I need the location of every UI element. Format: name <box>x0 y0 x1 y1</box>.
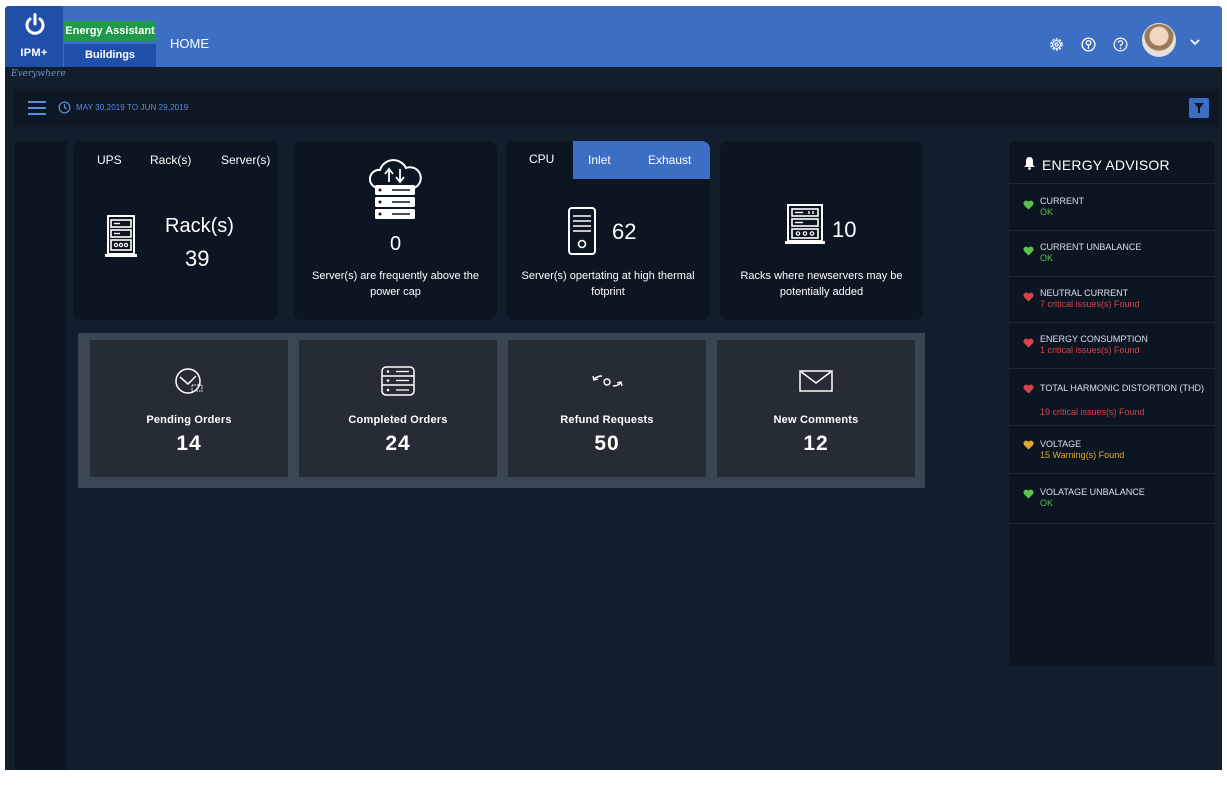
thermal-description: Server(s) opertating at high thermal fot… <box>521 270 695 298</box>
rack-icon <box>785 204 825 244</box>
top-header: IPM+ Energy Assistant Buildings HOME <box>5 6 1222 67</box>
heart-icon <box>1023 292 1034 302</box>
app-badge[interactable]: Energy Assistant <box>64 21 156 41</box>
cloud-server-icon <box>369 159 422 219</box>
clock-icon <box>58 101 71 114</box>
new-comments-tile[interactable]: New Comments 12 <box>717 340 915 477</box>
server-tower-icon <box>568 207 596 255</box>
advisor-item-status: 1 critical issues(s) Found <box>1040 345 1140 355</box>
order-value: 24 <box>385 432 411 455</box>
refund-icon <box>592 375 623 387</box>
envelope-icon <box>799 370 833 392</box>
advisor-item-name: CURRENT <box>1040 196 1084 206</box>
advisor-item-voltage[interactable]: VOLTAGE 15 Warning(s) Found <box>1009 426 1215 474</box>
order-value: 50 <box>594 432 620 455</box>
advisor-item-name: ENERGY CONSUMPTION <box>1040 334 1148 344</box>
tab-racks[interactable]: Rack(s) <box>150 153 191 167</box>
server-stack-icon <box>381 366 415 396</box>
support-icon[interactable] <box>1080 36 1097 53</box>
advisor-item-status: 7 critical issues(s) Found <box>1040 299 1140 309</box>
advisor-header: ENERGY ADVISOR <box>1009 141 1215 184</box>
filter-icon <box>1194 103 1204 113</box>
device-count-value: 39 <box>185 246 210 271</box>
capacity-card: 10 Racks where newservers may be potenti… <box>720 141 923 320</box>
advisor-item-status: OK <box>1040 207 1054 217</box>
thermal-tabs: CPU Inlet Exhaust <box>506 141 710 179</box>
capacity-value: 10 <box>832 217 857 242</box>
brand-signature: Everywhere <box>11 69 66 79</box>
module-badge[interactable]: Buildings <box>64 44 156 67</box>
orders-panel: Pending Orders 14 Completed Orders 24 Re… <box>78 333 925 488</box>
power-cap-value: 0 <box>389 233 402 255</box>
completed-orders-tile[interactable]: Completed Orders 24 <box>299 340 497 477</box>
power-icon <box>25 13 45 35</box>
app-window: IPM+ Energy Assistant Buildings HOME Eve… <box>5 6 1222 770</box>
chevron-down-icon[interactable] <box>1189 37 1201 47</box>
filter-button[interactable] <box>1189 98 1209 118</box>
heart-icon <box>1023 200 1034 210</box>
heart-icon <box>1023 338 1034 348</box>
rack-icon <box>105 215 137 257</box>
heart-icon <box>1023 489 1034 499</box>
user-avatar[interactable] <box>1142 23 1176 57</box>
advisor-item-energy-consumption[interactable]: ENERGY CONSUMPTION 1 critical issues(s) … <box>1009 323 1215 369</box>
order-label: New Comments <box>773 414 859 426</box>
heart-icon <box>1023 246 1034 256</box>
heart-icon <box>1023 384 1034 394</box>
advisor-item-neutral-current[interactable]: NEUTRAL CURRENT 7 critical issues(s) Fou… <box>1009 277 1215 323</box>
device-type-label: Rack(s) <box>165 215 234 237</box>
advisor-item-status: 15 Warning(s) Found <box>1040 450 1125 460</box>
energy-advisor-panel: ENERGY ADVISOR CURRENT OK CURRENT UNBALA… <box>1009 141 1215 666</box>
order-label: Refund Requests <box>560 414 654 426</box>
tab-ups[interactable]: UPS <box>97 153 122 167</box>
advisor-item-name: NEUTRAL CURRENT <box>1040 288 1129 298</box>
tab-cpu[interactable]: CPU <box>506 141 573 179</box>
pending-orders-tile[interactable]: Pending Orders 14 <box>90 340 288 477</box>
advisor-item-status: OK <box>1040 253 1054 263</box>
bell-icon <box>1024 157 1035 170</box>
thermal-value: 62 <box>612 219 637 244</box>
power-cap-description: Server(s) are frequently above the power… <box>312 270 479 298</box>
advisor-item-name: TOTAL HARMONIC DISTORTION (THD) <box>1040 383 1205 393</box>
left-sidebar <box>15 141 67 770</box>
heart-icon <box>1023 440 1034 450</box>
app-logo[interactable]: IPM+ <box>5 6 63 67</box>
tab-inlet-exhaust: Inlet Exhaust <box>573 141 710 179</box>
tab-exhaust[interactable]: Exhaust <box>648 153 691 167</box>
order-value: 14 <box>176 432 202 455</box>
device-tabs: UPS Rack(s) Server(s) <box>73 153 278 173</box>
power-cap-card: 0 Server(s) are frequently above the pow… <box>294 141 497 320</box>
order-value: 12 <box>803 432 829 455</box>
capacity-description: Racks where newservers may be potentiall… <box>740 270 903 298</box>
order-label: Pending Orders <box>146 414 232 426</box>
hamburger-menu-icon[interactable] <box>28 101 46 115</box>
advisor-item-status: 19 critical issues(s) Found <box>1040 407 1145 417</box>
breadcrumb[interactable]: HOME <box>170 36 209 51</box>
device-count-card: UPS Rack(s) Server(s) Rack(s) 39 <box>73 141 278 320</box>
date-range-label[interactable]: MAY 30,2019 TO JUN 29,2019 <box>76 103 188 112</box>
clock-icon <box>175 368 203 394</box>
advisor-item-thd[interactable]: TOTAL HARMONIC DISTORTION (THD) 19 criti… <box>1009 369 1215 426</box>
advisor-item-status: OK <box>1040 498 1054 508</box>
gear-icon[interactable] <box>1048 36 1065 53</box>
order-label: Completed Orders <box>348 414 448 426</box>
advisor-title: ENERGY ADVISOR <box>1042 157 1170 173</box>
advisor-item-voltage-unbalance[interactable]: VOLATAGE UNBALANCE OK <box>1009 474 1215 524</box>
date-toolbar: MAY 30,2019 TO JUN 29,2019 <box>13 89 1219 127</box>
tab-servers[interactable]: Server(s) <box>221 153 270 167</box>
tab-cpu-label: CPU <box>529 152 555 166</box>
help-icon[interactable] <box>1112 36 1129 53</box>
advisor-item-name: CURRENT UNBALANCE <box>1040 242 1142 252</box>
thermal-card: CPU Inlet Exhaust 62 Server(s) opertatin… <box>506 141 710 320</box>
logo-text: IPM+ <box>20 47 48 59</box>
advisor-item-current-unbalance[interactable]: CURRENT UNBALANCE OK <box>1009 231 1215 277</box>
refund-requests-tile[interactable]: Refund Requests 50 <box>508 340 706 477</box>
advisor-item-name: VOLTAGE <box>1040 439 1082 449</box>
tab-inlet[interactable]: Inlet <box>588 153 611 167</box>
advisor-item-current[interactable]: CURRENT OK <box>1009 185 1215 231</box>
advisor-item-name: VOLATAGE UNBALANCE <box>1040 487 1145 497</box>
